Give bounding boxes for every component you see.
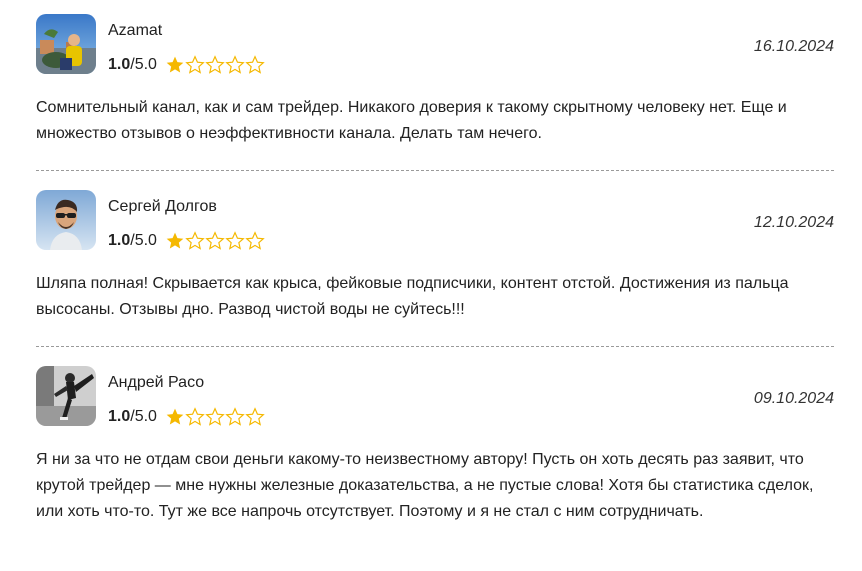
star-empty-icon [225,55,245,75]
rating-stars [165,55,265,75]
rating-score: 1.0/5.0 [108,56,157,74]
review-text: Я ни за что не отдам свои деньги какому-… [36,451,814,520]
rating-row: 1.0/5.0 [108,54,265,76]
star-empty-icon [225,407,245,427]
review-text: Сомнительный канал, как и сам трейдер. Н… [36,99,787,142]
star-empty-icon [245,231,265,251]
avatar-photo-man-sunglasses-icon [36,190,96,250]
rating-score-max: /5.0 [130,56,157,73]
rating-score-value: 1.0 [108,408,131,425]
review-divider [36,346,834,347]
avatar [36,14,96,74]
rating-score: 1.0/5.0 [108,408,157,426]
review-date: 09.10.2024 [753,390,834,407]
rating-row: 1.0/5.0 [108,406,265,428]
star-empty-icon [205,231,225,251]
rating-score-value: 1.0 [108,232,131,249]
rating-score: 1.0/5.0 [108,232,157,250]
review-author: Сергей Долгов [108,198,217,215]
review-date: 12.10.2024 [753,214,834,231]
star-empty-icon [185,407,205,427]
rating-score-max: /5.0 [130,408,157,425]
rating-stars [165,407,265,427]
star-filled-icon [165,231,185,251]
review-text: Шляпа полная! Скрывается как крыса, фейк… [36,275,789,318]
avatar [36,190,96,250]
review-author: Андрей Расо [108,374,205,391]
avatar-photo-tourist-icon [36,14,96,74]
star-empty-icon [185,231,205,251]
avatar [36,366,96,426]
rating-stars [165,231,265,251]
star-empty-icon [185,55,205,75]
star-empty-icon [225,231,245,251]
avatar-photo-kick-bw-icon [36,366,96,426]
star-filled-icon [165,407,185,427]
rating-score-max: /5.0 [130,232,157,249]
review-date: 16.10.2024 [753,38,834,55]
star-empty-icon [205,407,225,427]
rating-row: 1.0/5.0 [108,230,265,252]
review-author: Azamat [108,22,163,39]
star-empty-icon [205,55,225,75]
rating-score-value: 1.0 [108,56,131,73]
star-empty-icon [245,55,265,75]
star-empty-icon [245,407,265,427]
review-divider [36,170,834,171]
star-filled-icon [165,55,185,75]
reviews-list: Azamat 1.0/5.0 16.10.2024 Сомнительный к… [0,0,862,571]
